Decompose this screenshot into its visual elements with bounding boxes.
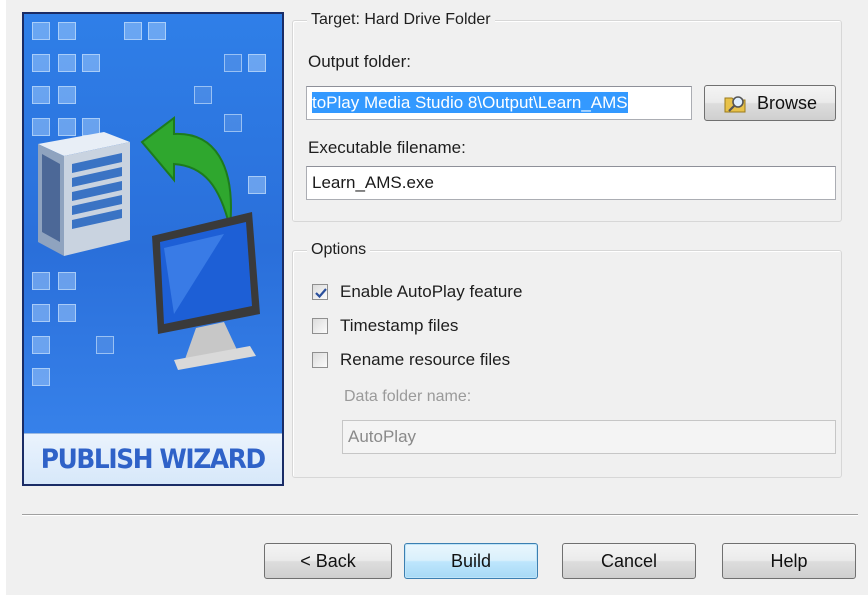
help-button[interactable]: Help [722, 543, 856, 579]
data-folder-label: Data folder name: [344, 388, 472, 405]
wizard-title-box: PUBLISH WIZARD [24, 433, 282, 484]
browse-button[interactable]: Browse [704, 85, 836, 121]
target-group-title: Target: Hard Drive Folder [307, 11, 495, 29]
publish-illustration-icon [38, 116, 260, 370]
wizard-title: PUBLISH WIZARD [40, 443, 266, 475]
wizard-banner: PUBLISH WIZARD [22, 12, 284, 486]
back-button[interactable]: < Back [264, 543, 392, 579]
data-folder-value: AutoPlay [348, 427, 417, 446]
output-folder-label: Output folder: [308, 52, 412, 71]
folder-search-icon [724, 96, 746, 113]
exe-filename-value: Learn_AMS.exe [312, 173, 434, 192]
enable-autoplay-checkbox[interactable] [312, 284, 328, 300]
timestamp-files-checkbox[interactable] [312, 318, 328, 334]
timestamp-files-label[interactable]: Timestamp files [340, 316, 458, 336]
output-folder-input[interactable]: toPlay Media Studio 8\Output\Learn_AMS [306, 86, 692, 120]
cancel-button[interactable]: Cancel [562, 543, 696, 579]
rename-resource-checkbox[interactable] [312, 352, 328, 368]
build-button[interactable]: Build [404, 543, 538, 579]
output-folder-value: toPlay Media Studio 8\Output\Learn_AMS [312, 92, 628, 113]
options-group-title: Options [307, 241, 371, 259]
rename-resource-label[interactable]: Rename resource files [340, 350, 510, 370]
browse-label: Browse [756, 92, 818, 113]
data-folder-input[interactable]: AutoPlay [342, 420, 836, 454]
footer-separator [22, 514, 858, 516]
exe-filename-input[interactable]: Learn_AMS.exe [306, 166, 836, 200]
publish-wizard-dialog: PUBLISH WIZARD Target: Hard Drive Folder… [6, 0, 868, 595]
exe-filename-label: Executable filename: [308, 138, 466, 157]
checkmark-icon [315, 288, 327, 299]
enable-autoplay-label[interactable]: Enable AutoPlay feature [340, 282, 522, 302]
